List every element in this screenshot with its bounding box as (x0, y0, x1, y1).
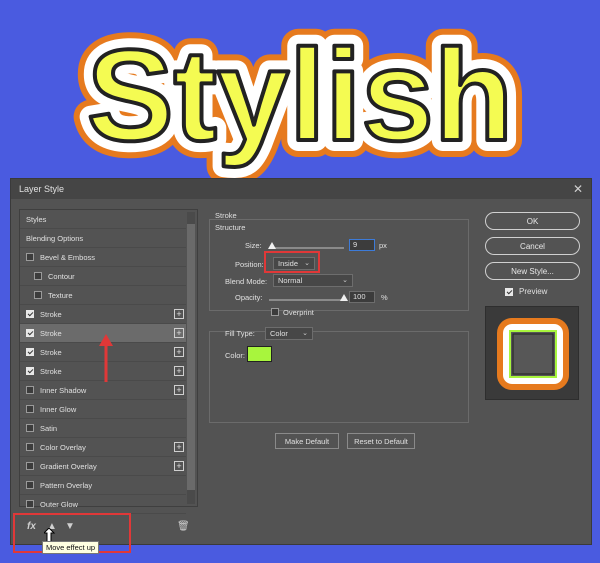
structure-title: Structure (215, 223, 246, 232)
add-effect-icon[interactable]: + (174, 461, 184, 471)
style-list-label: Satin (40, 423, 58, 433)
style-checkbox[interactable] (26, 329, 34, 337)
color-label: Color: (225, 351, 246, 360)
style-list-label: Bevel & Emboss (40, 252, 96, 262)
opacity-input[interactable]: 100 (349, 291, 375, 303)
style-list-label: Stroke (40, 309, 62, 319)
fill-type-value: Color (270, 329, 288, 338)
dialog-titlebar: Layer Style ✕ (11, 179, 591, 199)
blend-mode-select[interactable]: Normal ⌄ (273, 274, 353, 287)
style-list-label: Pattern Overlay (40, 480, 93, 490)
style-list-label: Inner Glow (40, 404, 77, 414)
add-effect-icon[interactable]: + (174, 347, 184, 357)
style-list-label: Stroke (40, 366, 62, 376)
position-highlight (264, 251, 320, 273)
position-label: Position: (235, 260, 264, 269)
style-checkbox[interactable] (26, 310, 34, 318)
overprint-label: Overprint (283, 308, 314, 317)
style-checkbox[interactable] (26, 367, 34, 375)
opacity-slider-track[interactable] (269, 299, 344, 301)
fill-type-select[interactable]: Color ⌄ (265, 327, 313, 340)
style-list-item[interactable]: Satin (20, 419, 186, 438)
style-checkbox[interactable] (26, 348, 34, 356)
styles-scrollbar-thumb[interactable] (187, 224, 195, 490)
style-list-item[interactable]: Inner Glow (20, 400, 186, 419)
chevron-down-icon: ⌄ (342, 277, 348, 284)
stroke-color-swatch[interactable] (247, 346, 272, 362)
opacity-label: Opacity: (235, 293, 263, 302)
preview-label: Preview (519, 287, 548, 296)
opacity-slider-knob[interactable] (340, 294, 348, 301)
style-list-item[interactable]: Texture (20, 286, 186, 305)
banner-artwork: Stylish Stylish Stylish (70, 5, 530, 180)
add-effect-icon[interactable]: + (174, 328, 184, 338)
style-list-label: Styles (26, 214, 47, 224)
size-slider-track[interactable] (269, 247, 344, 249)
style-checkbox[interactable] (26, 424, 34, 432)
close-icon[interactable]: ✕ (573, 182, 583, 196)
add-effect-icon[interactable]: + (174, 366, 184, 376)
style-checkbox[interactable] (34, 272, 42, 280)
stylish-banner: Stylish Stylish Stylish (0, 0, 600, 180)
style-checkbox[interactable] (26, 462, 34, 470)
style-preview (485, 306, 579, 400)
preview-swatch-graphic (497, 318, 569, 390)
style-list-label: Contour (48, 271, 75, 281)
style-checkbox[interactable] (26, 253, 34, 261)
opacity-unit: % (381, 293, 388, 302)
style-list-item[interactable]: Pattern Overlay (20, 476, 186, 495)
style-list-label: Blending Options (26, 233, 84, 243)
add-effect-icon[interactable]: + (174, 385, 184, 395)
style-checkbox[interactable] (26, 443, 34, 451)
reset-default-button[interactable]: Reset to Default (347, 433, 415, 449)
style-list-item[interactable]: Contour (20, 267, 186, 286)
cancel-button[interactable]: Cancel (485, 237, 580, 255)
style-list-item[interactable]: Outer Glow (20, 495, 186, 514)
size-label: Size: (245, 241, 262, 250)
preview-toggle[interactable]: Preview (505, 287, 547, 296)
add-effect-icon[interactable]: + (174, 309, 184, 319)
cursor-icon (44, 528, 56, 542)
style-list-label: Gradient Overlay (40, 461, 97, 471)
style-list-label: Stroke (40, 347, 62, 357)
preview-checkbox[interactable] (505, 287, 513, 296)
make-default-button[interactable]: Make Default (275, 433, 339, 449)
chevron-down-icon: ⌄ (302, 330, 308, 337)
size-slider-knob[interactable] (268, 242, 276, 249)
stroke-settings-panel: Stroke Structure Size: 9 px Position: In… (201, 209, 481, 539)
style-checkbox[interactable] (26, 481, 34, 489)
style-list-label: Inner Shadow (40, 385, 87, 395)
move-effect-up-tooltip: Move effect up (42, 541, 100, 554)
overprint-checkbox[interactable] (271, 308, 279, 316)
style-list-label: Color Overlay (40, 442, 86, 452)
style-list-label: Texture (48, 290, 73, 300)
up-arrow-annotation (99, 334, 113, 382)
style-list-label: Outer Glow (40, 499, 78, 509)
fill-type-label: Fill Type: (225, 329, 255, 338)
ok-button[interactable]: OK (485, 212, 580, 230)
style-checkbox[interactable] (26, 405, 34, 413)
style-list-item[interactable]: Color Overlay + (20, 438, 186, 457)
trash-icon[interactable]: 🗑 (177, 521, 190, 532)
blend-mode-value: Normal (278, 276, 303, 285)
style-list-item[interactable]: Gradient Overlay + (20, 457, 186, 476)
style-checkbox[interactable] (26, 386, 34, 394)
style-checkbox[interactable] (26, 500, 34, 508)
size-input[interactable]: 9 (349, 239, 375, 251)
add-effect-icon[interactable]: + (174, 442, 184, 452)
size-unit: px (379, 241, 387, 250)
fill-group (209, 331, 469, 423)
new-style-button[interactable]: New Style... (485, 262, 580, 280)
style-list-label: Stroke (40, 328, 62, 338)
blend-mode-label: Blend Mode: (225, 277, 268, 286)
style-list-item[interactable]: Blending Options (20, 229, 186, 248)
style-checkbox[interactable] (34, 291, 42, 299)
style-list-item[interactable]: Styles (20, 210, 186, 229)
dialog-title: Layer Style (19, 184, 65, 194)
style-list-item[interactable]: Stroke + (20, 305, 186, 324)
style-list-item[interactable]: Bevel & Emboss (20, 248, 186, 267)
banner-title: Stylish (87, 22, 513, 168)
